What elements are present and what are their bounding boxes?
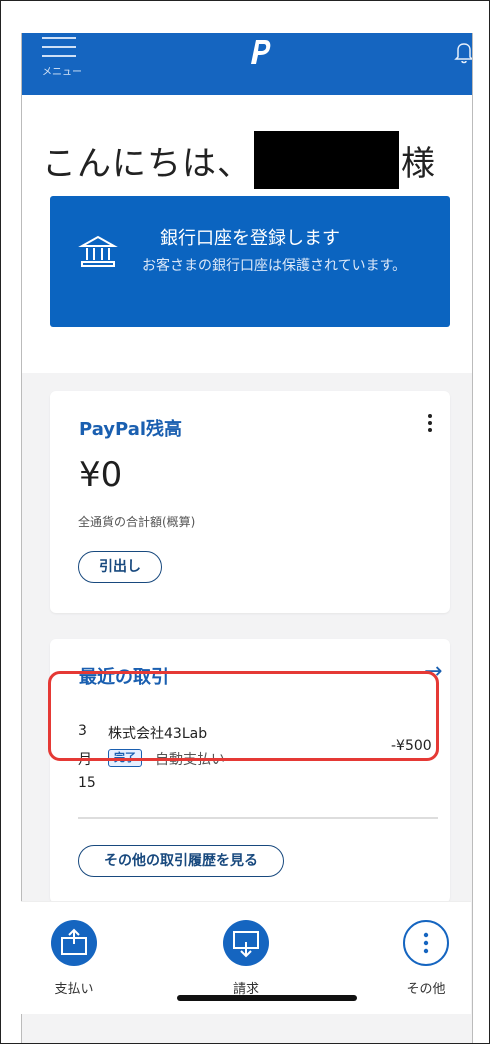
nav-send-money[interactable]: 支払い [34,920,114,997]
red-highlight-box [48,671,439,761]
request-money-icon [223,920,269,966]
balance-title: PayPal残高 [79,419,183,440]
greeting: こんにちは、 様 [42,131,436,189]
top-bar: メニュー [22,33,472,95]
withdraw-button[interactable]: 引出し [78,551,162,583]
balance-amount: ¥0 [79,455,123,495]
screenshot-frame: メニュー こんにちは、 様 銀行口座を登録します お客さまの銀行口座は保護されてい… [0,0,490,1044]
bank-icon [78,235,118,267]
send-money-icon [51,920,97,966]
menu-button[interactable]: メニュー [42,33,86,83]
balance-card: PayPal残高 ¥0 全通貨の合計額(概算) 引出し [50,391,450,613]
home-indicator [177,995,357,1001]
transaction-date-line3: 15 [78,775,96,791]
paypal-app: メニュー こんにちは、 様 銀行口座を登録します お客さまの銀行口座は保護されてい… [21,33,473,1043]
hero-section: メニュー こんにちは、 様 銀行口座を登録します お客さまの銀行口座は保護されてい… [22,33,472,373]
more-vertical-icon[interactable] [420,411,440,439]
nav-more[interactable]: その他 [386,920,466,997]
bell-icon[interactable] [453,39,473,65]
divider [78,817,438,819]
view-more-transactions-button[interactable]: その他の取引履歴を見る [78,845,284,877]
bank-banner-subtitle: お客さまの銀行口座は保護されています。 [142,258,407,274]
bank-banner-title: 銀行口座を登録します [160,228,340,249]
nav-label-more: その他 [406,982,446,997]
more-icon [403,920,449,966]
greeting-suffix: 様 [401,144,436,184]
menu-label: メニュー [42,67,82,78]
greeting-prefix: こんにちは、 [42,144,252,184]
paypal-logo-icon[interactable] [250,39,272,65]
balance-note: 全通貨の合計額(概算) [78,515,196,529]
link-bank-banner[interactable]: 銀行口座を登録します お客さまの銀行口座は保護されています。 [50,196,450,327]
nav-request-money[interactable]: 請求 [206,920,286,997]
redacted-name [254,131,399,189]
nav-label-send: 支払い [54,982,94,997]
